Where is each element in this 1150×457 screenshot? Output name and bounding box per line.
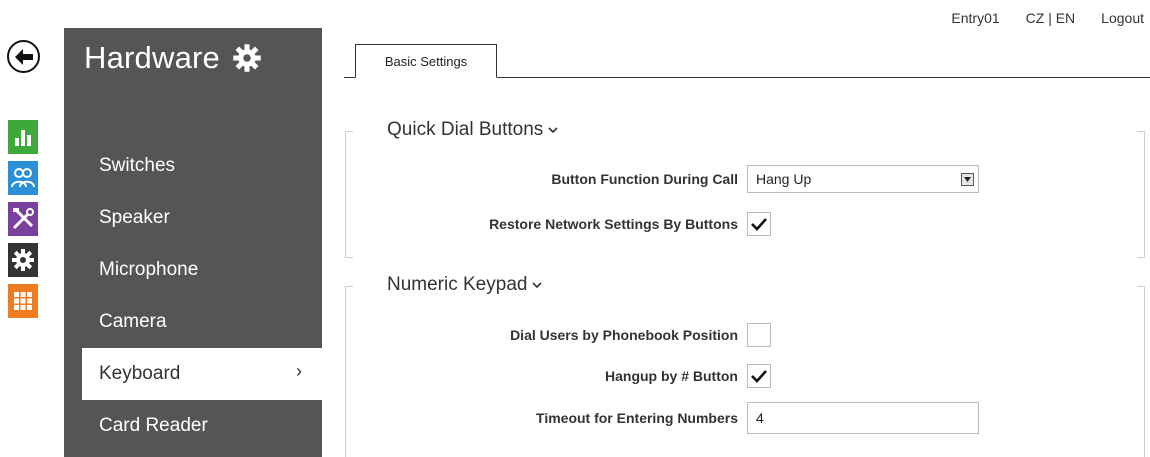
button-function-label: Button Function During Call	[551, 171, 738, 187]
sidebar-item-label: Switches	[99, 155, 176, 176]
chevron-right-icon: ›	[296, 361, 302, 381]
top-links: Entry01 CZ | EN Logout	[951, 10, 1144, 26]
main-menu-icons	[8, 120, 38, 325]
button-function-row: Button Function During Call Hang Up	[345, 164, 1145, 194]
dial-users-row: Dial Users by Phonebook Position	[345, 320, 1145, 350]
sidebar-header: Hardware	[84, 40, 262, 76]
sidebar-item-microphone[interactable]: Microphone	[64, 244, 322, 296]
chevron-down-icon	[532, 281, 543, 288]
timeout-input[interactable]: 4	[747, 402, 979, 434]
sidebar-item-label: Camera	[99, 311, 167, 332]
checkmark-icon	[751, 370, 767, 383]
section-title-text: Quick Dial Buttons	[387, 119, 544, 140]
system-grid-icon[interactable]	[8, 284, 38, 318]
timeout-label: Timeout for Entering Numbers	[536, 410, 738, 426]
hangup-row: Hangup by # Button	[345, 361, 1145, 391]
timeout-row: Timeout for Entering Numbers 4	[345, 402, 1145, 434]
logout-link[interactable]: Logout	[1101, 10, 1144, 26]
restore-network-checkbox[interactable]	[747, 212, 771, 236]
restore-network-label: Restore Network Settings By Buttons	[489, 216, 738, 232]
back-arrow-icon	[14, 48, 33, 65]
sidebar-nav: Switches Speaker Microphone Camera Keybo…	[64, 140, 322, 452]
sidebar-item-switches[interactable]: Switches	[64, 140, 322, 192]
hardware-sidebar: Hardware Switches Speaker Microphone Cam…	[64, 28, 322, 457]
button-function-select[interactable]: Hang Up	[747, 165, 979, 193]
numeric-keypad-section: Numeric Keypad Dial Users by Phonebook P…	[345, 274, 1145, 457]
restore-network-row: Restore Network Settings By Buttons	[345, 209, 1145, 239]
sidebar-item-speaker[interactable]: Speaker	[64, 192, 322, 244]
sidebar-item-label: Microphone	[99, 259, 199, 280]
language-switch[interactable]: CZ | EN	[1026, 10, 1076, 26]
checkmark-icon	[751, 218, 767, 231]
tab-basic-settings[interactable]: Basic Settings	[355, 44, 497, 78]
page-title: Hardware	[84, 40, 220, 75]
services-tools-icon[interactable]	[8, 202, 38, 236]
status-chart-icon[interactable]	[8, 120, 38, 154]
sidebar-item-label: Card Reader	[99, 415, 208, 436]
chevron-down-icon	[548, 126, 558, 133]
sidebar-item-keyboard[interactable]: Keyboard ›	[82, 348, 322, 400]
hangup-label: Hangup by # Button	[605, 368, 738, 384]
sidebar-item-label: Speaker	[99, 207, 170, 228]
tab-label: Basic Settings	[384, 53, 468, 69]
hardware-gear-icon[interactable]	[8, 243, 38, 277]
hangup-checkbox[interactable]	[747, 364, 771, 388]
users-icon[interactable]	[8, 161, 38, 195]
sidebar-item-card-reader[interactable]: Card Reader	[64, 400, 322, 452]
section-title-quick-dial[interactable]: Quick Dial Buttons	[385, 119, 561, 141]
section-title-numeric-keypad[interactable]: Numeric Keypad	[385, 274, 545, 296]
dropdown-arrow-icon	[961, 172, 974, 186]
timeout-value: 4	[756, 410, 764, 426]
dial-users-label: Dial Users by Phonebook Position	[510, 327, 738, 343]
dial-users-checkbox[interactable]	[747, 323, 771, 347]
sidebar-item-camera[interactable]: Camera	[64, 296, 322, 348]
back-button[interactable]	[7, 40, 40, 73]
select-value: Hang Up	[756, 171, 812, 187]
gear-icon	[233, 44, 261, 72]
device-name-link[interactable]: Entry01	[951, 10, 999, 26]
sidebar-item-label: Keyboard	[99, 363, 181, 384]
quick-dial-section: Quick Dial Buttons Button Function Durin…	[345, 119, 1145, 258]
section-title-text: Numeric Keypad	[387, 274, 528, 295]
